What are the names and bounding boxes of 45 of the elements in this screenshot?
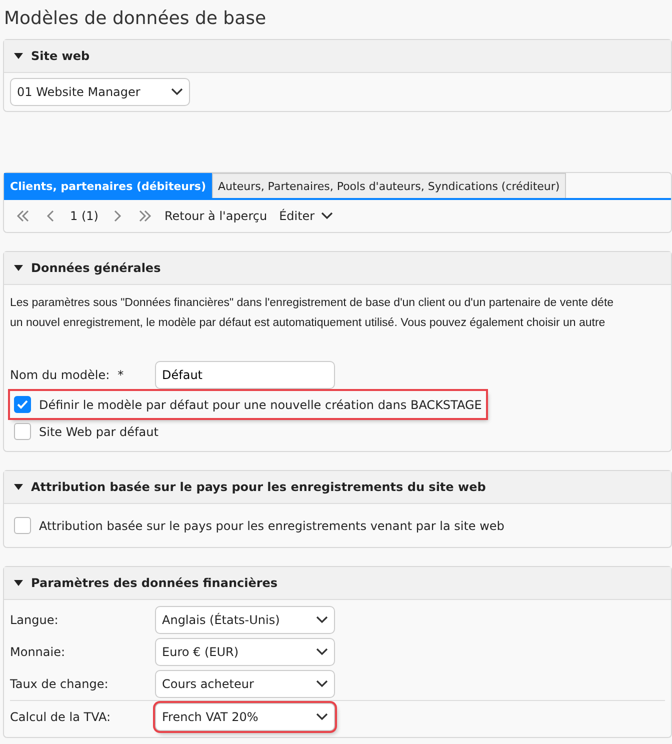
chevron-down-icon	[316, 680, 328, 688]
checkbox-label: Attribution basée sur le pays pour les enregistrements venant par la site web	[39, 518, 504, 532]
edit-menu[interactable]: Éditer	[277, 207, 335, 225]
chevron-down-icon	[320, 212, 333, 220]
field-label: Taux de change:	[10, 677, 110, 691]
panel-title: Site web	[31, 49, 90, 63]
page-title: Modèles de données de base	[4, 8, 268, 29]
dropdown-select[interactable]: Euro € (EUR)	[155, 638, 335, 666]
checkbox[interactable]	[14, 423, 31, 440]
checkbox[interactable]	[14, 517, 31, 534]
tab[interactable]: Clients, partenaires (débiteurs)	[4, 173, 212, 198]
chevron-down-icon	[316, 713, 328, 721]
website-select[interactable]: 01 Website Manager	[10, 78, 190, 106]
field-label: Calcul de la TVA:	[10, 710, 112, 724]
field-label: Monnaie:	[10, 645, 66, 659]
description-text: un nouvel enregistrement, le modèle par défaut est automatiquement utilisé. Vous pouvez également choisir un autre	[10, 316, 606, 331]
dropdown-select[interactable]: Cours acheteur	[155, 670, 335, 698]
collapse-triangle-icon[interactable]	[14, 580, 23, 586]
panel-title: Données générales	[31, 261, 161, 275]
field-label: Nom du modèle:	[10, 368, 110, 382]
checkbox-label: Site Web par défaut	[39, 424, 158, 438]
checkmark-icon	[17, 400, 28, 409]
collapse-triangle-icon[interactable]	[14, 53, 23, 59]
chevron-down-icon	[316, 616, 328, 624]
tab[interactable]: Auteurs, Partenaires, Pools d'auteurs, Syndications (créditeur)	[212, 173, 566, 198]
collapse-triangle-icon[interactable]	[14, 484, 23, 490]
checkbox[interactable]	[14, 396, 31, 413]
description-text: Les paramètres sous "Données financières" dans l'enregistrement de base d'un client ou d'un partenaire de vente déte	[10, 296, 614, 311]
dropdown-select[interactable]: French VAT 20%	[155, 703, 335, 731]
panel-header[interactable]: Paramètres des données financières	[4, 567, 671, 600]
panel-header[interactable]: Site web	[4, 40, 671, 73]
chevron-down-icon	[316, 648, 328, 656]
chevron-down-icon	[171, 88, 183, 96]
field-label: Langue:	[10, 613, 60, 627]
template-name-field[interactable]: Défaut	[155, 361, 335, 389]
panel-header[interactable]: Données générales	[4, 252, 671, 285]
panel-title: Attribution basée sur le pays pour les enregistrements du site web	[31, 480, 486, 494]
dropdown-select[interactable]: Anglais (États-Unis)	[155, 606, 335, 634]
collapse-triangle-icon[interactable]	[14, 265, 23, 271]
required-mark: *	[118, 368, 124, 382]
panel-title: Paramètres des données financières	[31, 576, 278, 590]
checkbox-label: Définir le modèle par défaut pour une nouvelle création dans BACKSTAGE	[39, 398, 482, 412]
back-link[interactable]: Retour à l'aperçu	[164, 209, 268, 223]
page-indicator: 1 (1)	[70, 209, 98, 223]
panel-header[interactable]: Attribution basée sur le pays pour les enregistrements du site web	[4, 471, 671, 504]
